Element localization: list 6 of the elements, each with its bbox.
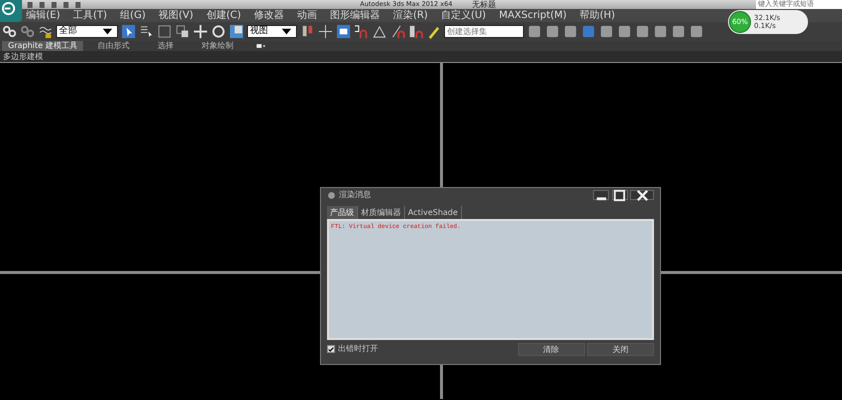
ribbon-panel-label: 多边形建模 (0, 51, 842, 62)
dropdown-value: 全部 (59, 25, 77, 38)
checkbox-label: 出错时打开 (338, 343, 378, 355)
dropdown-value: 视图 (250, 25, 268, 38)
dialog-title: 渲染消息 (339, 189, 371, 201)
document-name: 无标题 (472, 0, 496, 9)
